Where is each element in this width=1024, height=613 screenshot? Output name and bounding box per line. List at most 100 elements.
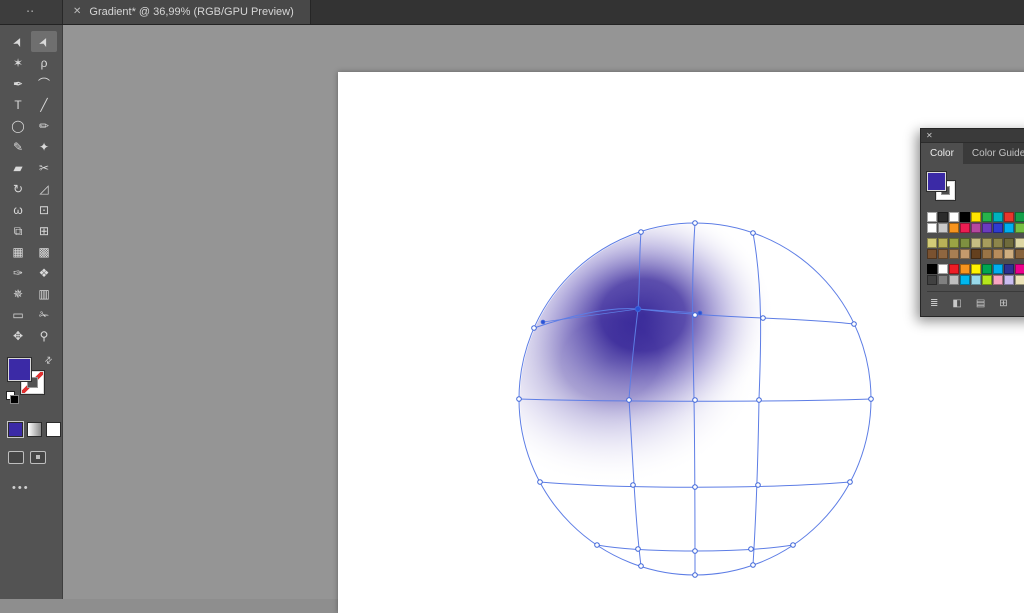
swatch[interactable] <box>1015 223 1024 233</box>
zoom-tool[interactable]: ⚲ <box>31 325 57 346</box>
swatch[interactable] <box>982 238 992 248</box>
type-tool[interactable]: T <box>5 94 31 115</box>
pen-tool[interactable]: ✒ <box>5 73 31 94</box>
eyedropper-tool[interactable]: ✑ <box>5 262 31 283</box>
swatch-libraries-icon[interactable]: ≣ <box>930 299 938 309</box>
swatch[interactable] <box>1004 264 1014 274</box>
color-themes-icon[interactable]: ◧ <box>952 299 961 309</box>
swap-fill-stroke-icon[interactable]: ⇄ <box>42 354 55 367</box>
selected-mesh-point[interactable] <box>635 306 640 311</box>
swatch[interactable] <box>982 275 992 285</box>
hand-tool[interactable]: ✥ <box>5 325 31 346</box>
symbol-sprayer-tool[interactable]: ✵ <box>5 283 31 304</box>
swatch[interactable] <box>971 238 981 248</box>
rotate-tool[interactable]: ↻ <box>5 178 31 199</box>
ellipse-tool[interactable]: ◯ <box>5 115 31 136</box>
pasteboard[interactable] <box>63 25 1024 599</box>
swatch[interactable] <box>960 264 970 274</box>
color-panel-titlebar[interactable]: ✕ <box>921 129 1024 143</box>
swatch[interactable] <box>960 212 970 222</box>
swatch-kinds-icon[interactable]: ▤ <box>976 299 985 309</box>
swatch[interactable] <box>960 275 970 285</box>
color-mode-none-button[interactable] <box>46 422 61 437</box>
swatch[interactable] <box>971 223 981 233</box>
swatch[interactable] <box>938 264 948 274</box>
scissors-tool[interactable]: ✂ <box>31 157 57 178</box>
swatch-none[interactable] <box>927 212 937 222</box>
swatch[interactable] <box>927 223 937 233</box>
swatch[interactable] <box>949 212 959 222</box>
artboard-tool[interactable]: ▭ <box>5 304 31 325</box>
swatch[interactable] <box>960 223 970 233</box>
edit-toolbar-button[interactable]: ••• <box>12 482 62 494</box>
lasso-tool[interactable]: ρ <box>31 52 57 73</box>
tools-panel-grip[interactable]: ▪▪ <box>0 0 63 24</box>
tab-color[interactable]: Color <box>921 143 963 164</box>
shaper-tool[interactable]: ✦ <box>31 136 57 157</box>
swatch[interactable] <box>960 238 970 248</box>
swatch[interactable] <box>938 275 948 285</box>
swatch[interactable] <box>971 275 981 285</box>
panel-close-icon[interactable]: ✕ <box>926 132 933 140</box>
width-tool[interactable]: ω <box>5 199 31 220</box>
swatch[interactable] <box>1015 275 1024 285</box>
swatch[interactable] <box>1004 223 1014 233</box>
slice-tool[interactable]: ✁ <box>31 304 57 325</box>
swatch[interactable] <box>1004 249 1014 259</box>
swatch[interactable] <box>1004 238 1014 248</box>
color-mode-gradient-button[interactable] <box>27 422 42 437</box>
swatch[interactable] <box>1015 212 1024 222</box>
swatch[interactable] <box>938 238 948 248</box>
document-tab[interactable]: ✕ Gradient* @ 36,99% (RGB/GPU Preview) <box>63 0 311 24</box>
swatch[interactable] <box>949 238 959 248</box>
paintbrush-tool[interactable]: ✏ <box>31 115 57 136</box>
screen-mode-icon[interactable] <box>30 451 46 464</box>
eraser-tool[interactable]: ▰ <box>5 157 31 178</box>
swatch-options-icon[interactable]: ⊞ <box>999 299 1007 309</box>
swatch[interactable] <box>960 249 970 259</box>
swatch[interactable] <box>938 249 948 259</box>
swatch[interactable] <box>1015 238 1024 248</box>
swatch[interactable] <box>938 223 948 233</box>
shape-builder-tool[interactable]: ⧉ <box>5 220 31 241</box>
swatch[interactable] <box>927 264 937 274</box>
scale-tool[interactable]: ◿ <box>31 178 57 199</box>
swatch[interactable] <box>993 238 1003 248</box>
swatch[interactable] <box>927 249 937 259</box>
swatch[interactable] <box>938 212 948 222</box>
swatch[interactable] <box>971 264 981 274</box>
swatch[interactable] <box>993 264 1003 274</box>
magic-wand-tool[interactable]: ✶ <box>5 52 31 73</box>
swatch[interactable] <box>982 223 992 233</box>
curvature-tool[interactable]: ⌒ <box>31 73 57 94</box>
gradient-tool[interactable]: ▩ <box>31 241 57 262</box>
perspective-grid-tool[interactable]: ⊞ <box>31 220 57 241</box>
swatch[interactable] <box>993 249 1003 259</box>
swatch[interactable] <box>993 223 1003 233</box>
color-mode-fill-button[interactable] <box>8 422 23 437</box>
color-panel-fill-proxy[interactable] <box>927 172 946 191</box>
mesh-tool[interactable]: ▦ <box>5 241 31 262</box>
default-fill-stroke-icon[interactable] <box>6 391 20 405</box>
swatch[interactable] <box>982 249 992 259</box>
swatch[interactable] <box>993 275 1003 285</box>
swatch[interactable] <box>971 249 981 259</box>
swatch[interactable] <box>982 264 992 274</box>
swatch[interactable] <box>949 264 959 274</box>
swatch[interactable] <box>949 249 959 259</box>
draw-normal-icon[interactable] <box>8 451 24 464</box>
swatch[interactable] <box>1015 249 1024 259</box>
swatch[interactable] <box>927 238 937 248</box>
swatch[interactable] <box>982 212 992 222</box>
swatch[interactable] <box>1004 275 1014 285</box>
column-graph-tool[interactable]: ▥ <box>31 283 57 304</box>
direct-selection-tool[interactable]: ➤ <box>31 31 57 52</box>
line-segment-tool[interactable]: ╱ <box>31 94 57 115</box>
selection-tool[interactable]: ➤ <box>5 31 31 52</box>
tab-color-guide[interactable]: Color Guide <box>963 143 1024 164</box>
free-transform-tool[interactable]: ⊡ <box>31 199 57 220</box>
fill-swatch[interactable] <box>8 358 31 381</box>
swatch[interactable] <box>949 275 959 285</box>
swatch[interactable] <box>1004 212 1014 222</box>
swatch[interactable] <box>949 223 959 233</box>
